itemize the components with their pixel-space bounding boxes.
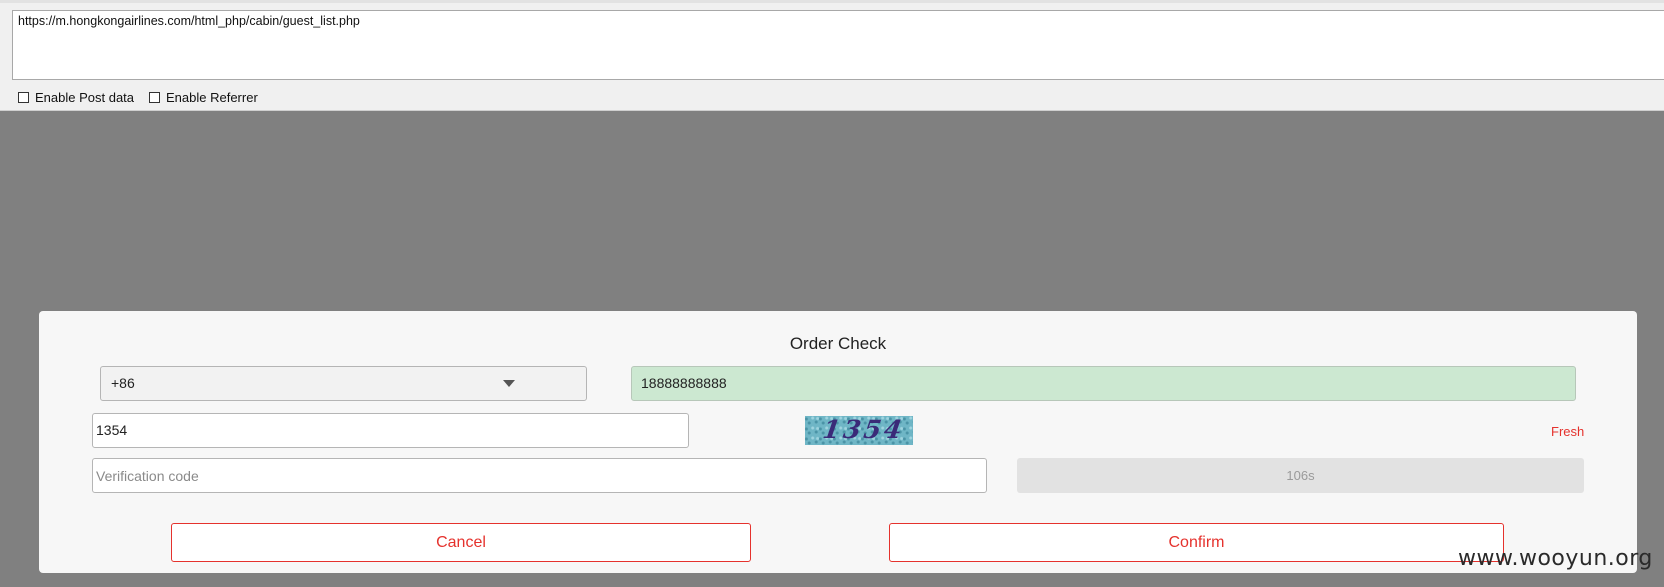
fresh-captcha-link[interactable]: Fresh bbox=[1551, 424, 1584, 439]
captcha-input-value: 1354 bbox=[96, 422, 128, 438]
enable-post-data-option[interactable]: Enable Post data bbox=[18, 90, 134, 105]
order-check-dialog: Order Check +86 18888888888 1354 1354 Fr… bbox=[39, 311, 1637, 573]
resend-countdown-button[interactable]: 106s bbox=[1017, 458, 1584, 493]
cancel-button[interactable]: Cancel bbox=[171, 523, 751, 562]
enable-post-data-checkbox[interactable] bbox=[18, 92, 29, 103]
enable-referrer-option[interactable]: Enable Referrer bbox=[149, 90, 258, 105]
enable-post-data-label: Enable Post data bbox=[35, 90, 135, 105]
url-textarea[interactable]: https://m.hongkongairlines.com/html_php/… bbox=[12, 10, 1664, 80]
phone-number-value: 18888888888 bbox=[641, 375, 727, 391]
country-code-value: +86 bbox=[111, 375, 135, 391]
watermark-text: www.wooyun.org bbox=[1458, 546, 1653, 571]
dialog-title: Order Check bbox=[789, 334, 887, 353]
top-strip bbox=[0, 0, 1664, 3]
triangle-down-icon bbox=[503, 380, 515, 387]
enable-referrer-checkbox[interactable] bbox=[149, 92, 160, 103]
country-code-select[interactable]: +86 bbox=[100, 366, 587, 401]
captcha-input[interactable]: 1354 bbox=[92, 413, 689, 448]
phone-number-field[interactable]: 18888888888 bbox=[631, 366, 1576, 401]
enable-referrer-label: Enable Referrer bbox=[166, 90, 258, 105]
captcha-image-text: 1354 bbox=[820, 416, 907, 444]
confirm-button[interactable]: Confirm bbox=[889, 523, 1504, 562]
url-tool-panel: https://m.hongkongairlines.com/html_php/… bbox=[0, 0, 1664, 111]
captcha-image[interactable]: 1354 bbox=[805, 416, 913, 445]
verification-code-input[interactable] bbox=[92, 458, 987, 493]
